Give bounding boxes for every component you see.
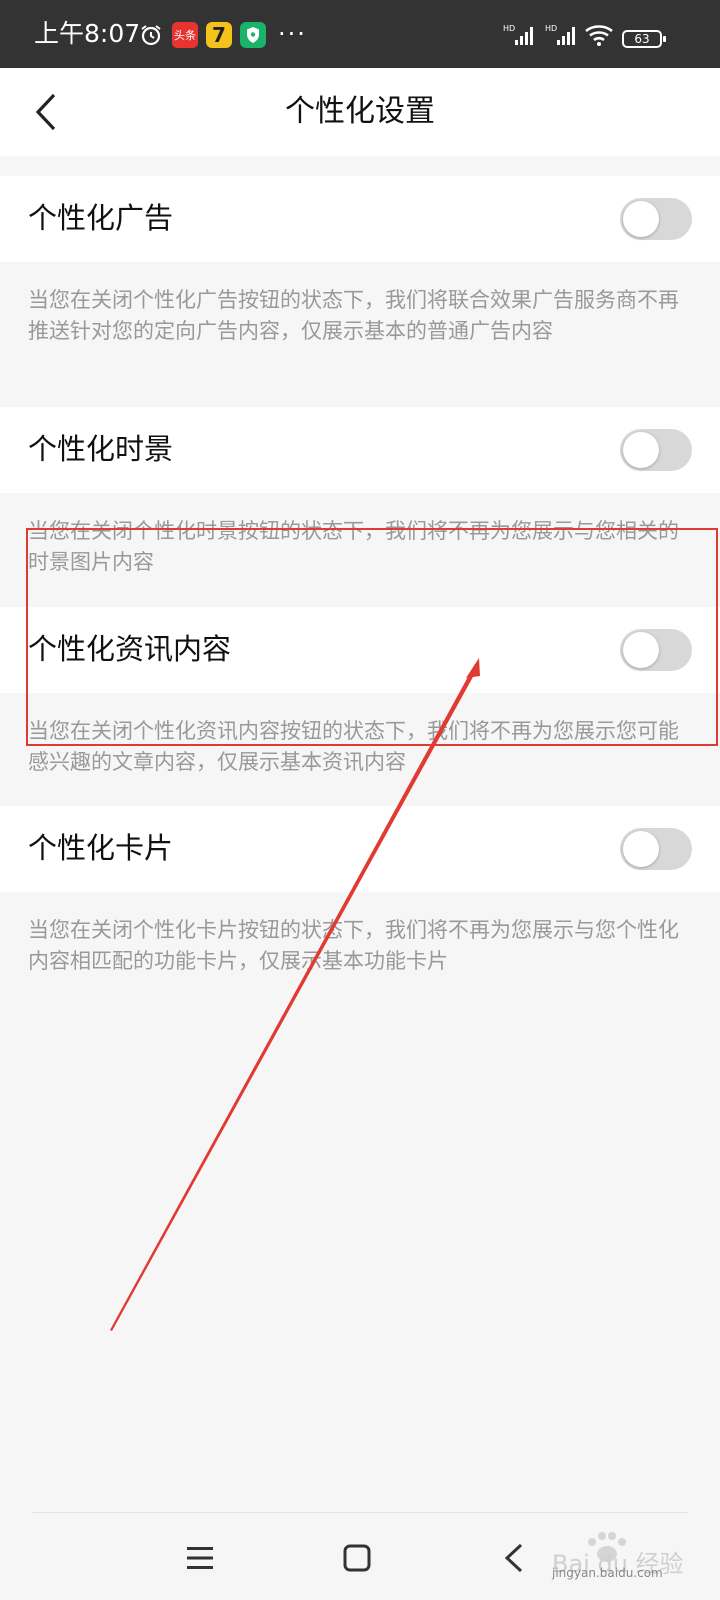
toutiao-app-icon: 头条 xyxy=(172,22,198,48)
page-title: 个性化设置 xyxy=(285,94,435,129)
svg-text:HD: HD xyxy=(503,24,515,33)
setting-label: 个性化资讯内容 xyxy=(28,632,232,666)
setting-row-personalized-cards: 个性化卡片 xyxy=(0,806,720,892)
signal-hd-icon: HD xyxy=(544,22,580,48)
app-header: 个性化设置 xyxy=(0,68,720,156)
menu-icon xyxy=(187,1547,213,1569)
toggle-knob xyxy=(623,432,659,468)
shield-app-icon xyxy=(240,22,266,48)
signal-hd-icon: HD xyxy=(502,22,538,48)
nav-menu-button[interactable] xyxy=(170,1530,230,1586)
setting-description: 当您在关闭个性化卡片按钮的状态下，我们将不再为您展示与您个性化内容相匹配的功能卡… xyxy=(28,918,679,973)
home-square-icon xyxy=(343,1544,371,1572)
setting-row-personalized-ads: 个性化广告 xyxy=(0,176,720,262)
status-time: 上午8:07 xyxy=(34,19,141,48)
setting-row-personalized-news: 个性化资讯内容 xyxy=(0,607,720,693)
personalized-scenes-toggle[interactable] xyxy=(620,429,692,471)
nav-divider xyxy=(32,1512,688,1513)
setting-description: 当您在关闭个性化广告按钮的状态下，我们将联合效果广告服务商不再推送针对您的定向广… xyxy=(28,288,679,343)
toggle-knob xyxy=(623,201,659,237)
watermark-url: jingyan.baidu.com xyxy=(552,1566,663,1580)
status-bar: 上午8:07 头条 7 ··· HD HD 63 xyxy=(0,0,720,68)
toggle-knob xyxy=(623,632,659,668)
nav-back-button[interactable] xyxy=(484,1530,544,1586)
back-chevron-icon xyxy=(504,1543,523,1573)
setting-row-personalized-scenes: 个性化时景 xyxy=(0,407,720,493)
toggle-knob xyxy=(623,831,659,867)
alarm-icon xyxy=(138,22,164,48)
more-notifications-icon: ··· xyxy=(278,20,307,48)
svg-text:HD: HD xyxy=(545,24,557,33)
battery-icon: 63 xyxy=(622,30,666,48)
setting-description: 当您在关闭个性化时景按钮的状态下，我们将不再为您展示与您相关的时景图片内容 xyxy=(28,519,679,574)
nav-home-button[interactable] xyxy=(327,1530,387,1586)
personalized-cards-toggle[interactable] xyxy=(620,828,692,870)
qimao-app-icon: 7 xyxy=(206,22,232,48)
personalized-ads-toggle[interactable] xyxy=(620,198,692,240)
setting-label: 个性化时景 xyxy=(28,432,174,466)
setting-label: 个性化卡片 xyxy=(28,831,174,865)
setting-description: 当您在关闭个性化资讯内容按钮的状态下，我们将不再为您展示您可能感兴趣的文章内容，… xyxy=(28,719,679,774)
setting-label: 个性化广告 xyxy=(28,201,174,235)
wifi-icon xyxy=(584,22,614,48)
personalized-news-toggle[interactable] xyxy=(620,629,692,671)
